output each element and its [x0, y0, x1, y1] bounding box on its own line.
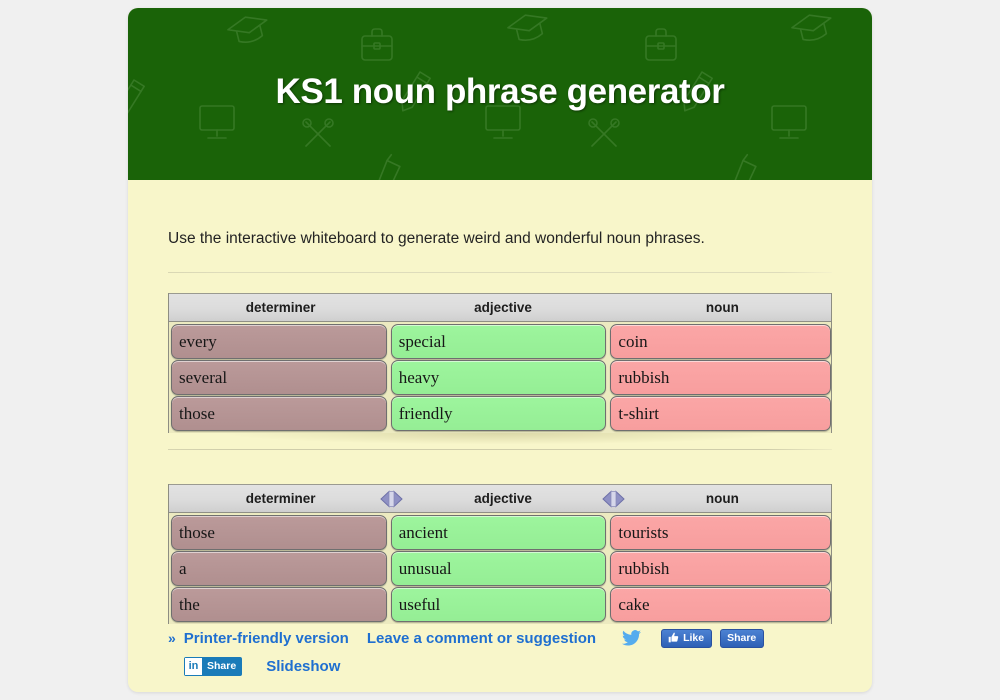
twitter-bird-icon — [622, 630, 642, 646]
noun-phrase-board-1: determiner adjective noun every special … — [166, 293, 836, 450]
board-2-rows: those ancient tourists a unusual rubbish… — [169, 513, 831, 624]
column-resize-handle-icon[interactable] — [601, 490, 625, 507]
board-2-cell-noun[interactable]: tourists — [610, 515, 831, 550]
linkedin-share-button[interactable]: in Share — [184, 656, 243, 676]
column-header-label: noun — [705, 491, 739, 506]
board-1-cell-noun[interactable]: t-shirt — [610, 396, 831, 431]
board-1-cell-adjective[interactable]: friendly — [390, 396, 607, 431]
board-2-table: determiner adjective noun those ancient … — [168, 484, 832, 624]
page-title: KS1 noun phrase generator — [275, 72, 725, 111]
board-1-cell-determiner[interactable]: those — [171, 396, 387, 431]
column-header-label: adjective — [474, 300, 532, 315]
scissors-icon — [302, 118, 334, 147]
board-2-cell-noun[interactable]: rubbish — [610, 551, 831, 586]
graduation-cap-icon — [227, 16, 268, 43]
table-row: a unusual rubbish — [169, 550, 831, 586]
board-2-cell-adjective[interactable]: useful — [390, 587, 607, 622]
facebook-like-label: Like — [683, 631, 705, 644]
twitter-share-button[interactable] — [622, 630, 642, 646]
printer-friendly-link[interactable]: Printer-friendly version — [184, 630, 349, 647]
intro-text: Use the interactive whiteboard to genera… — [168, 230, 705, 247]
graduation-cap-icon — [791, 14, 832, 41]
scissors-icon — [588, 118, 620, 147]
board-1-cell-determiner[interactable]: every — [171, 324, 387, 359]
board-2-column-header-noun: noun — [614, 485, 831, 512]
column-header-label: determiner — [245, 300, 316, 315]
board-1-table: determiner adjective noun every special … — [168, 293, 832, 433]
table-row: several heavy rubbish — [169, 359, 831, 395]
board-1-header-row: determiner adjective noun — [169, 293, 831, 322]
thumbs-up-icon — [668, 632, 679, 643]
board-1-cell-adjective[interactable]: special — [390, 324, 607, 359]
table-row: every special coin — [169, 323, 831, 359]
slideshow-link[interactable]: Slideshow — [266, 658, 340, 675]
page-card: KS1 noun phrase generator Use the intera… — [128, 8, 872, 692]
column-header-label: adjective — [474, 491, 532, 506]
column-resize-handle-icon[interactable] — [380, 490, 404, 507]
board-1-cell-determiner[interactable]: several — [171, 360, 387, 395]
board-1-divider — [168, 449, 832, 450]
board-2-cell-determiner[interactable]: the — [171, 587, 387, 622]
board-2-cell-determiner[interactable]: a — [171, 551, 387, 586]
briefcase-icon — [645, 28, 677, 61]
noun-phrase-board-2: determiner adjective noun those ancient … — [168, 484, 832, 624]
paint-roller-icon — [733, 153, 757, 180]
graduation-cap-icon — [507, 14, 548, 41]
board-2-column-header-adjective: adjective — [392, 485, 625, 512]
table-row: the useful cake — [169, 586, 831, 622]
board-2-cell-determiner[interactable]: those — [171, 515, 387, 550]
board-1-cell-noun[interactable]: coin — [610, 324, 831, 359]
board-1-cell-noun[interactable]: rubbish — [610, 360, 831, 395]
board-2-cell-adjective[interactable]: unusual — [390, 551, 607, 586]
board-1-cell-adjective[interactable]: heavy — [390, 360, 607, 395]
board-1-column-header-adjective: adjective — [392, 294, 613, 321]
column-header-label: determiner — [245, 491, 316, 506]
facebook-share-button[interactable]: Share — [720, 628, 765, 648]
board-1-column-header-determiner: determiner — [169, 294, 392, 321]
board-2-header-row: determiner adjective noun — [169, 484, 831, 513]
intro-divider — [168, 272, 832, 273]
facebook-like-button[interactable]: Like — [661, 628, 713, 648]
bullet-chevron-icon: » — [168, 630, 176, 646]
board-1-shadow — [166, 433, 836, 449]
board-2-cell-adjective[interactable]: ancient — [390, 515, 607, 550]
footer-links: » Printer-friendly version Leave a comme… — [168, 626, 832, 678]
paint-roller-icon — [377, 153, 401, 180]
table-row: those ancient tourists — [169, 514, 831, 550]
board-1-column-header-noun: noun — [614, 294, 831, 321]
board-2-cell-noun[interactable]: cake — [610, 587, 831, 622]
table-row: those friendly t-shirt — [169, 395, 831, 431]
linkedin-share-label: Share — [207, 660, 237, 672]
leave-comment-link[interactable]: Leave a comment or suggestion — [367, 630, 596, 647]
board-1-rows: every special coin several heavy rubbish… — [169, 322, 831, 433]
facebook-share-label: Share — [727, 631, 757, 644]
linkedin-icon: in — [185, 657, 202, 675]
page-body: Use the interactive whiteboard to genera… — [128, 180, 872, 678]
briefcase-icon — [361, 28, 393, 61]
column-header-label: noun — [705, 300, 739, 315]
board-2-column-header-determiner: determiner — [169, 485, 404, 512]
page-banner: KS1 noun phrase generator — [128, 8, 872, 180]
